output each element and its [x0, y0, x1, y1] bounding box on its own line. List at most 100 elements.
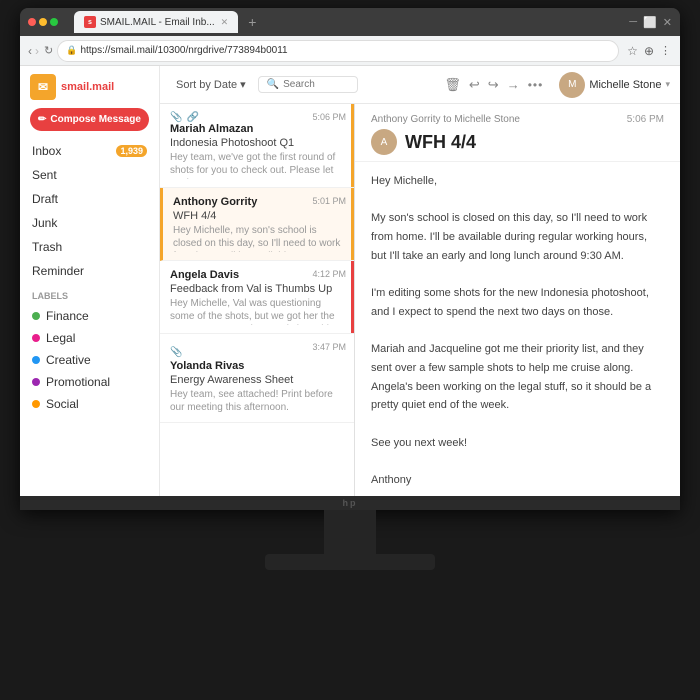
attach-icon-0: 📎 — [170, 112, 182, 123]
sort-chevron-icon: ▾ — [240, 78, 246, 91]
label-social[interactable]: Social — [20, 393, 159, 415]
nav-inbox-label: Inbox — [32, 144, 61, 158]
sidebar: ✉ smail.mail ✏ Compose Message Inbox 1,9… — [20, 66, 160, 496]
labels-section-header: Labels — [20, 283, 159, 305]
email-item-3[interactable]: 📎 Yolanda Rivas 3:47 PM Energy Awareness… — [160, 334, 354, 423]
undo-button[interactable]: ↩ — [469, 77, 480, 93]
email-subject-2: Feedback from Val is Thumbs Up — [170, 283, 344, 295]
email-list: 📎 🔗 Mariah Almazan 5:06 PM Indonesia Pho… — [160, 104, 355, 496]
forward-button[interactable]: → — [507, 77, 520, 92]
email-sender-0: Mariah Almazan — [170, 123, 344, 135]
window-maximize-dot[interactable] — [50, 18, 58, 26]
logo-icon: ✉ — [30, 74, 56, 100]
label-social-text: Social — [46, 397, 79, 411]
label-legal-dot — [32, 334, 40, 342]
compose-pencil-icon: ✏ — [38, 114, 46, 125]
address-bar[interactable]: 🔒 https://smail.mail/10300/nrgdrive/7738… — [57, 40, 619, 62]
compose-button[interactable]: ✏ Compose Message — [30, 108, 149, 131]
message-body-0: Hey Michelle, My son's school is closed … — [371, 172, 664, 490]
email-subject-1: WFH 4/4 — [173, 210, 344, 222]
email-item-0[interactable]: 📎 🔗 Mariah Almazan 5:06 PM Indonesia Pho… — [160, 104, 354, 188]
label-legal[interactable]: Legal — [20, 327, 159, 349]
new-tab-icon[interactable]: + — [244, 14, 260, 30]
label-finance-text: Finance — [46, 309, 89, 323]
thread-from: Anthony Gorrity to Michelle Stone — [371, 114, 520, 125]
user-chevron-icon: ▾ — [665, 79, 670, 90]
nav-trash[interactable]: Trash — [20, 235, 159, 259]
window-close-dot[interactable] — [28, 18, 36, 26]
monitor-brand-logo: hp — [343, 498, 358, 508]
label-legal-text: Legal — [46, 331, 75, 345]
more-actions-button[interactable]: ••• — [528, 78, 544, 92]
label-promotional-text: Promotional — [46, 375, 110, 389]
label-finance[interactable]: Finance — [20, 305, 159, 327]
email-detail: Anthony Gorrity to Michelle Stone 5:06 P… — [355, 104, 680, 496]
email-subject-0: Indonesia Photoshoot Q1 — [170, 137, 344, 149]
nav-sent[interactable]: Sent — [20, 163, 159, 187]
thread-time: 5:06 PM — [627, 114, 664, 125]
email-time-0: 5:06 PM — [312, 112, 346, 122]
logo-text: smail.mail — [61, 81, 114, 93]
email-time-3: 3:47 PM — [312, 342, 346, 352]
email-indicator-2 — [351, 261, 354, 333]
label-creative-text: Creative — [46, 353, 91, 367]
minimize-icon[interactable]: ─ — [629, 16, 637, 28]
label-finance-dot — [32, 312, 40, 320]
message-1: Hey Michelle, My son's school is closed … — [355, 162, 680, 496]
email-item-1[interactable]: Anthony Gorrity 5:01 PM WFH 4/4 Hey Mich… — [160, 188, 354, 261]
window-minimize-dot[interactable] — [39, 18, 47, 26]
monitor-stand — [265, 554, 435, 570]
nav-reminder[interactable]: Reminder — [20, 259, 159, 283]
monitor-neck — [324, 510, 376, 554]
redo-button[interactable]: ↪ — [488, 77, 499, 93]
sort-label: Sort by Date — [176, 79, 237, 91]
tab-close-icon[interactable]: ✕ — [221, 17, 229, 28]
back-button[interactable]: ‹ — [28, 44, 32, 58]
browser-tab[interactable]: s SMAIL.MAIL - Email Inb... ✕ — [74, 11, 238, 33]
email-preview-0: Hey team, we've got the first round of s… — [170, 151, 344, 179]
search-input[interactable] — [283, 79, 353, 90]
attach-icon-3: 📎 — [170, 347, 182, 358]
nav-draft[interactable]: Draft — [20, 187, 159, 211]
search-icon: 🔍 — [267, 79, 279, 90]
email-time-1: 5:01 PM — [312, 196, 346, 206]
label-promotional[interactable]: Promotional — [20, 371, 159, 393]
user-profile[interactable]: M Michelle Stone ▾ — [559, 72, 670, 98]
bookmark-icon[interactable]: ☆ — [627, 44, 638, 58]
sort-button[interactable]: Sort by Date ▾ — [170, 75, 252, 94]
email-item-2[interactable]: Angela Davis 4:12 PM Feedback from Val i… — [160, 261, 354, 334]
label-creative-dot — [32, 356, 40, 364]
compose-label: Compose Message — [50, 114, 141, 125]
email-subject-detail: WFH 4/4 — [405, 132, 476, 153]
label-social-dot — [32, 400, 40, 408]
email-subject-3: Energy Awareness Sheet — [170, 374, 344, 386]
label-promotional-dot — [32, 378, 40, 386]
logo-envelope: ✉ — [38, 80, 48, 94]
tab-favicon: s — [84, 16, 96, 28]
refresh-button[interactable]: ↻ — [44, 44, 53, 57]
inbox-badge: 1,939 — [116, 145, 147, 157]
email-indicator-1 — [351, 188, 354, 260]
restore-icon[interactable]: ⬜ — [643, 16, 657, 29]
menu-icon[interactable]: ⋮ — [660, 44, 672, 57]
sidebar-logo: ✉ smail.mail — [20, 66, 159, 106]
sender-avatar: A — [371, 129, 397, 155]
email-preview-3: Hey team, see attached! Print before our… — [170, 388, 344, 414]
link-icon-0: 🔗 — [186, 112, 198, 123]
nav-junk[interactable]: Junk — [20, 211, 159, 235]
nav-inbox[interactable]: Inbox 1,939 — [20, 139, 159, 163]
extensions-icon[interactable]: ⊕ — [644, 44, 654, 58]
delete-button[interactable]: 🗑 — [444, 77, 461, 93]
tab-title: SMAIL.MAIL - Email Inb... — [100, 17, 215, 28]
search-box[interactable]: 🔍 — [258, 76, 358, 93]
email-time-2: 4:12 PM — [312, 269, 346, 279]
email-preview-1: Hey Michelle, my son's school is closed … — [173, 224, 344, 252]
forward-button[interactable]: › — [35, 44, 39, 58]
email-indicator-0 — [351, 104, 354, 187]
close-icon[interactable]: ✕ — [663, 16, 672, 29]
label-creative[interactable]: Creative — [20, 349, 159, 371]
user-name: Michelle Stone — [589, 79, 661, 91]
email-sender-3: Yolanda Rivas — [170, 360, 344, 372]
secure-icon: 🔒 — [66, 45, 77, 56]
email-preview-2: Hey Michelle, Val was questioning some o… — [170, 297, 344, 325]
